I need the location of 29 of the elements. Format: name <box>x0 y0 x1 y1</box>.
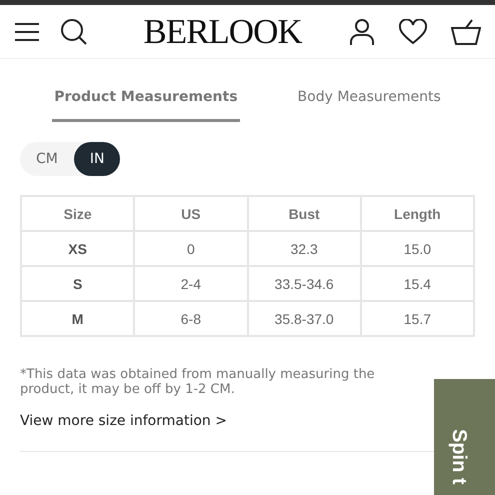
disclaimer-text: *This data was obtained from manually measuring the product, it may be off by 1-2 CM. <box>20 367 376 397</box>
table-cell: XS <box>21 231 134 266</box>
brand-logo[interactable]: BERLOOK <box>116 12 329 52</box>
table-cell: S <box>21 266 134 301</box>
unit-option[interactable]: CM <box>20 142 74 176</box>
table-cell: 2-4 <box>134 266 248 301</box>
table-cell: 15.0 <box>360 231 474 266</box>
table-cell: 35.8-37.0 <box>248 301 361 336</box>
table-cell: 32.3 <box>248 231 361 266</box>
table-cell: 0 <box>134 231 248 266</box>
column-header: Bust <box>248 196 361 231</box>
tab[interactable]: Body Measurements <box>296 85 443 122</box>
unit-option[interactable]: IN <box>74 142 120 176</box>
table-cell: 6-8 <box>134 301 248 336</box>
table-cell: 15.4 <box>360 266 474 301</box>
table-cell: 33.5-34.6 <box>248 266 361 301</box>
user-icon[interactable] <box>349 18 375 46</box>
size-info-link[interactable]: View more size information > <box>20 413 227 429</box>
basket-icon[interactable] <box>451 18 481 46</box>
column-header: Length <box>360 196 474 231</box>
column-header: US <box>134 196 248 231</box>
menu-icon[interactable] <box>14 22 40 42</box>
table-cell: 15.7 <box>360 301 474 336</box>
heart-icon[interactable] <box>399 18 427 44</box>
search-icon[interactable] <box>60 18 88 46</box>
tab[interactable]: Product Measurements <box>52 85 240 122</box>
column-header: Size <box>21 196 134 231</box>
promo-side-tab[interactable]: Spin t <box>434 379 495 495</box>
table-cell: M <box>21 301 134 336</box>
